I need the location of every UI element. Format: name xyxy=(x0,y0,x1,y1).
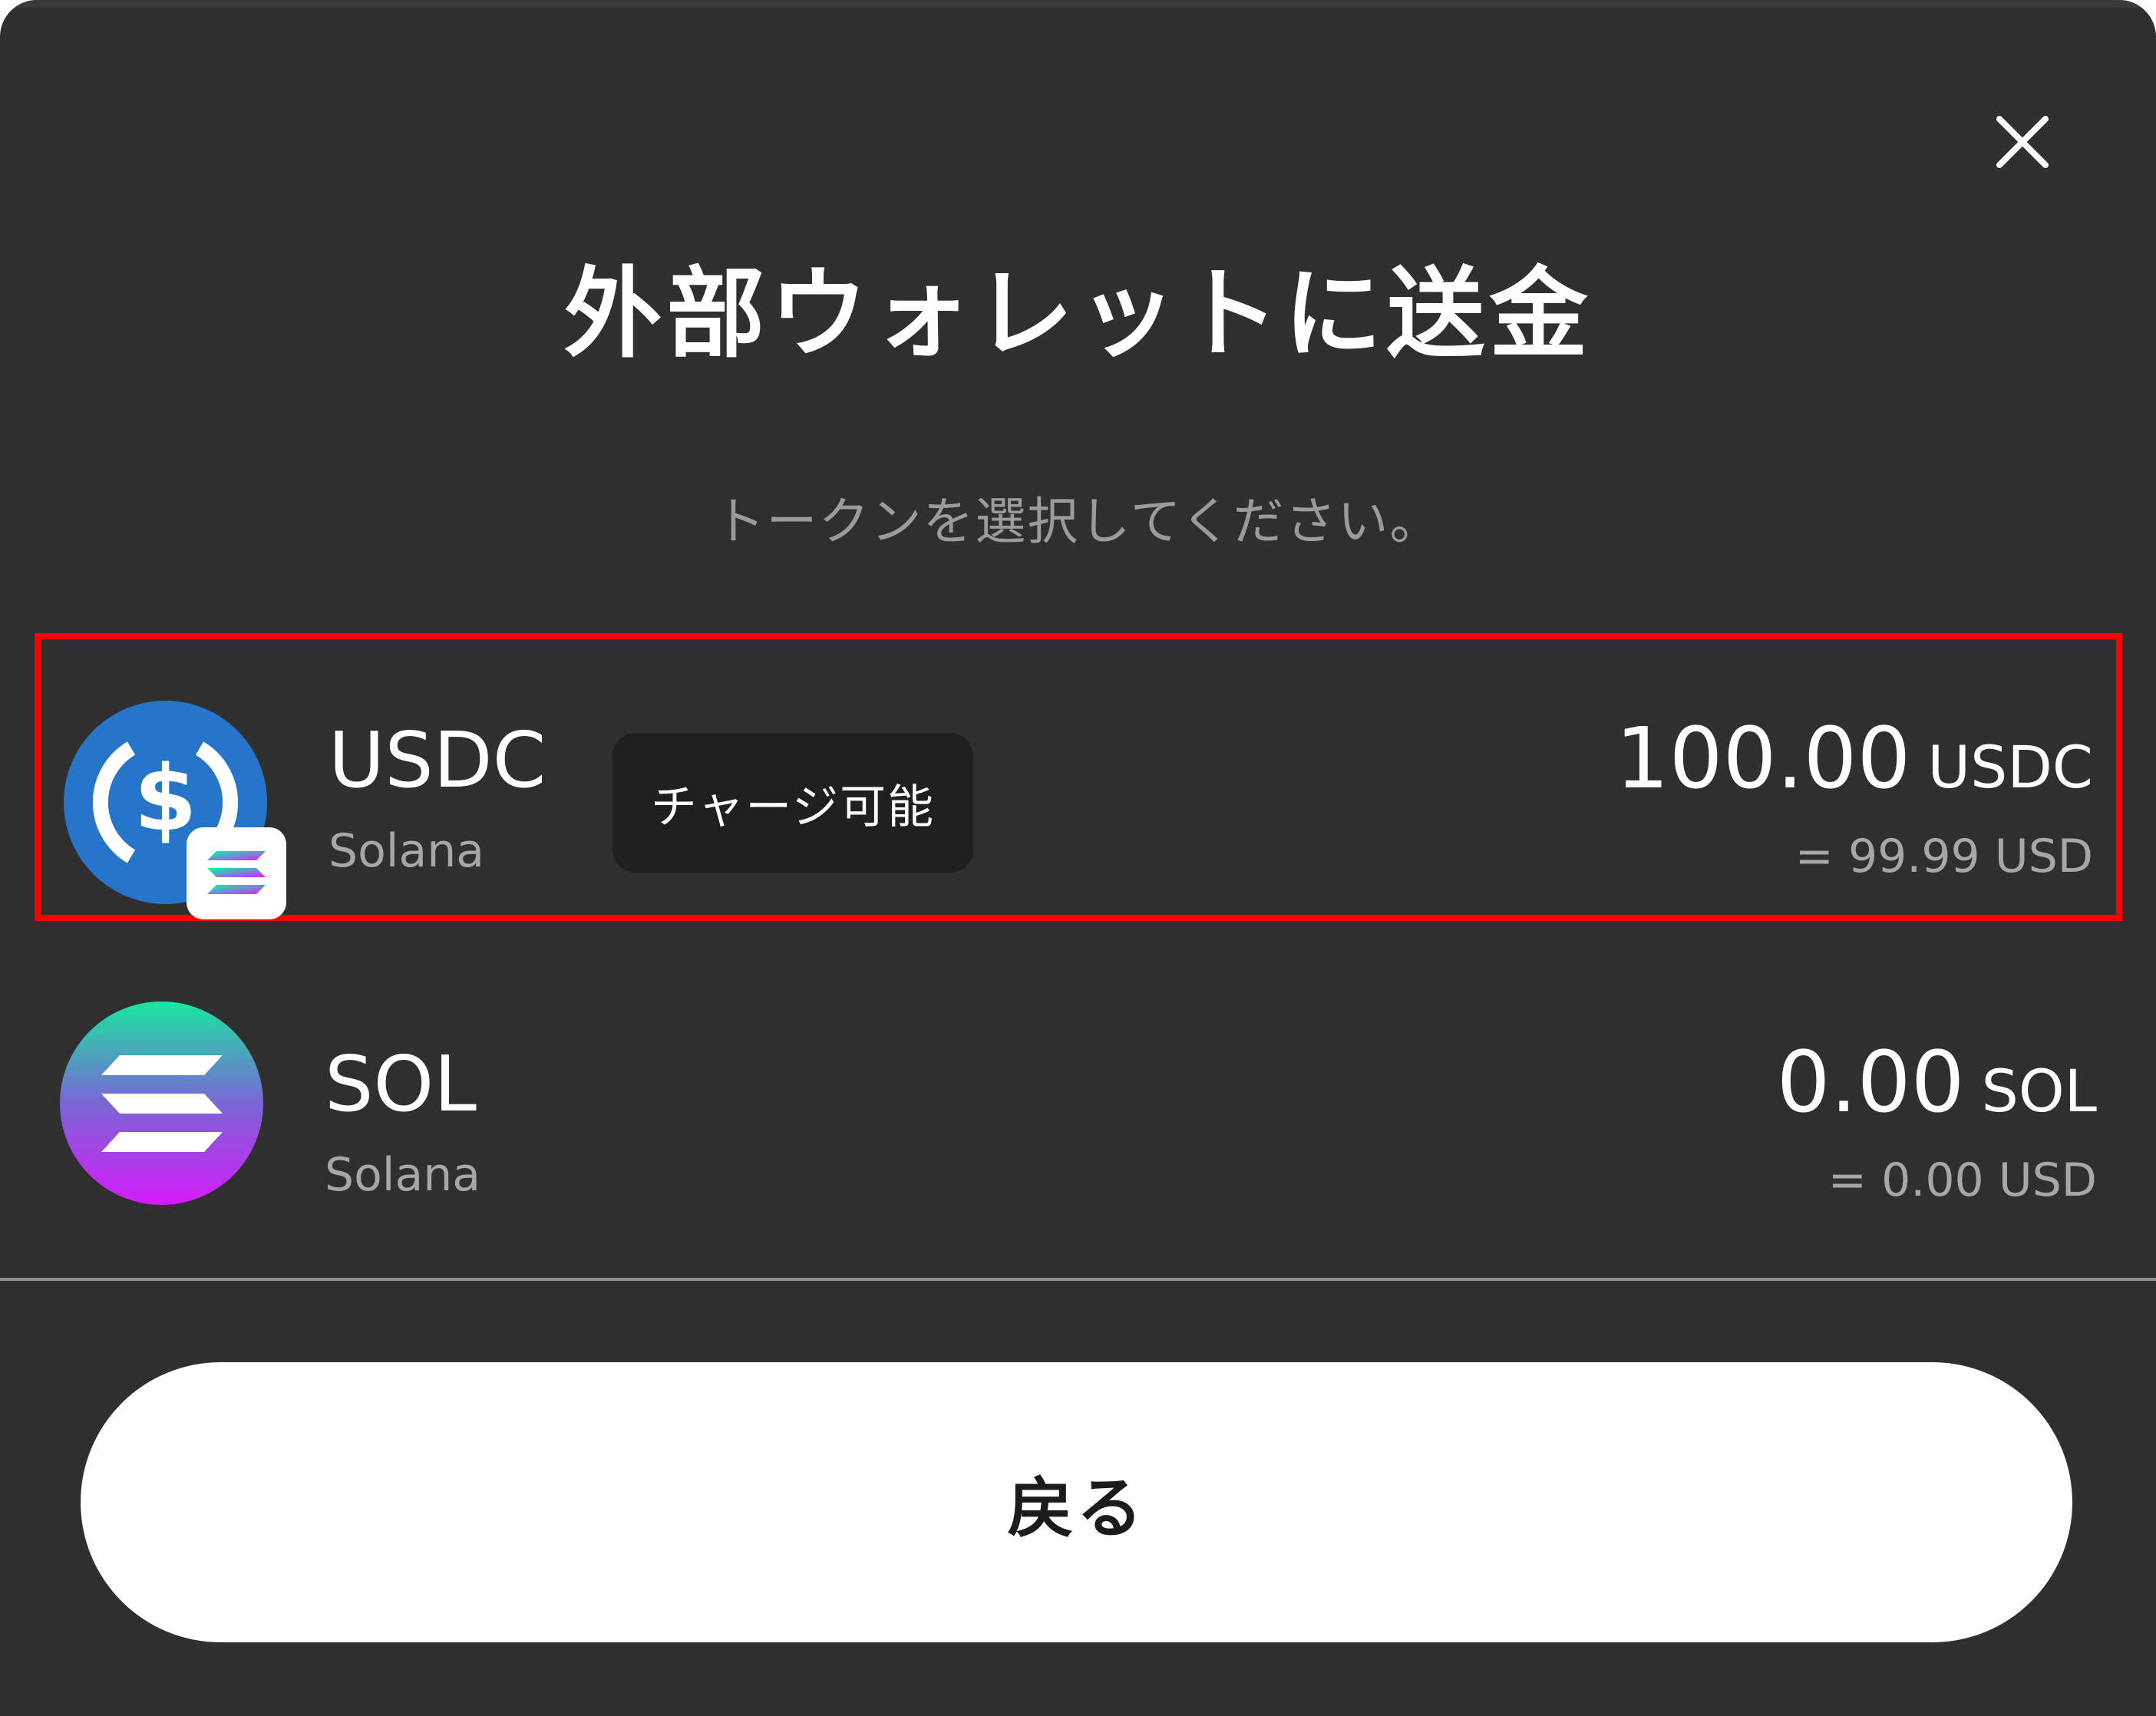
back-button[interactable]: 戻る xyxy=(81,1362,2072,1642)
background-peek xyxy=(0,0,2156,8)
page-subtitle: トークンを選択してください。 xyxy=(714,492,1442,551)
token-chain: Solana xyxy=(329,824,485,878)
chargeable-badge: チャージ可能 xyxy=(612,733,973,873)
amount-unit: SOL xyxy=(1981,1057,2097,1125)
amount-value: 100.00 xyxy=(1615,709,1911,807)
token-amount: 0.00 SOL xyxy=(1777,1032,2097,1141)
svg-text:$: $ xyxy=(134,745,196,851)
token-chain: Solana xyxy=(325,1148,481,1202)
sol-icon xyxy=(60,1002,263,1205)
token-amount: 100.00 USDC xyxy=(1616,708,2093,817)
send-to-external-wallet-sheet: 外部ウォレットに送金 トークンを選択してください。 $ USDC Solana … xyxy=(0,0,2156,1716)
token-row-sol[interactable]: SOL Solana 0.00 SOL = 0.00 USD xyxy=(35,963,2122,1251)
amount-unit: USDC xyxy=(1927,733,2093,801)
token-row-usdc[interactable]: $ USDC Solana チャージ可能 100.00 USDC = 99.99 … xyxy=(35,633,2122,921)
fiat-value: = 0.00 USD xyxy=(1827,1153,2097,1207)
page-title: 外部ウォレットに送金 xyxy=(563,257,1593,371)
token-symbol: USDC xyxy=(329,715,546,805)
fiat-value: = 99.99 USD xyxy=(1794,830,2093,883)
amount-value: 0.00 xyxy=(1776,1033,1965,1131)
solana-icon xyxy=(207,851,266,894)
solana-chain-badge xyxy=(187,827,286,919)
footer-divider xyxy=(0,1278,2156,1281)
close-button[interactable] xyxy=(1980,100,2065,184)
token-symbol: SOL xyxy=(325,1039,477,1129)
close-icon xyxy=(1996,116,2049,168)
